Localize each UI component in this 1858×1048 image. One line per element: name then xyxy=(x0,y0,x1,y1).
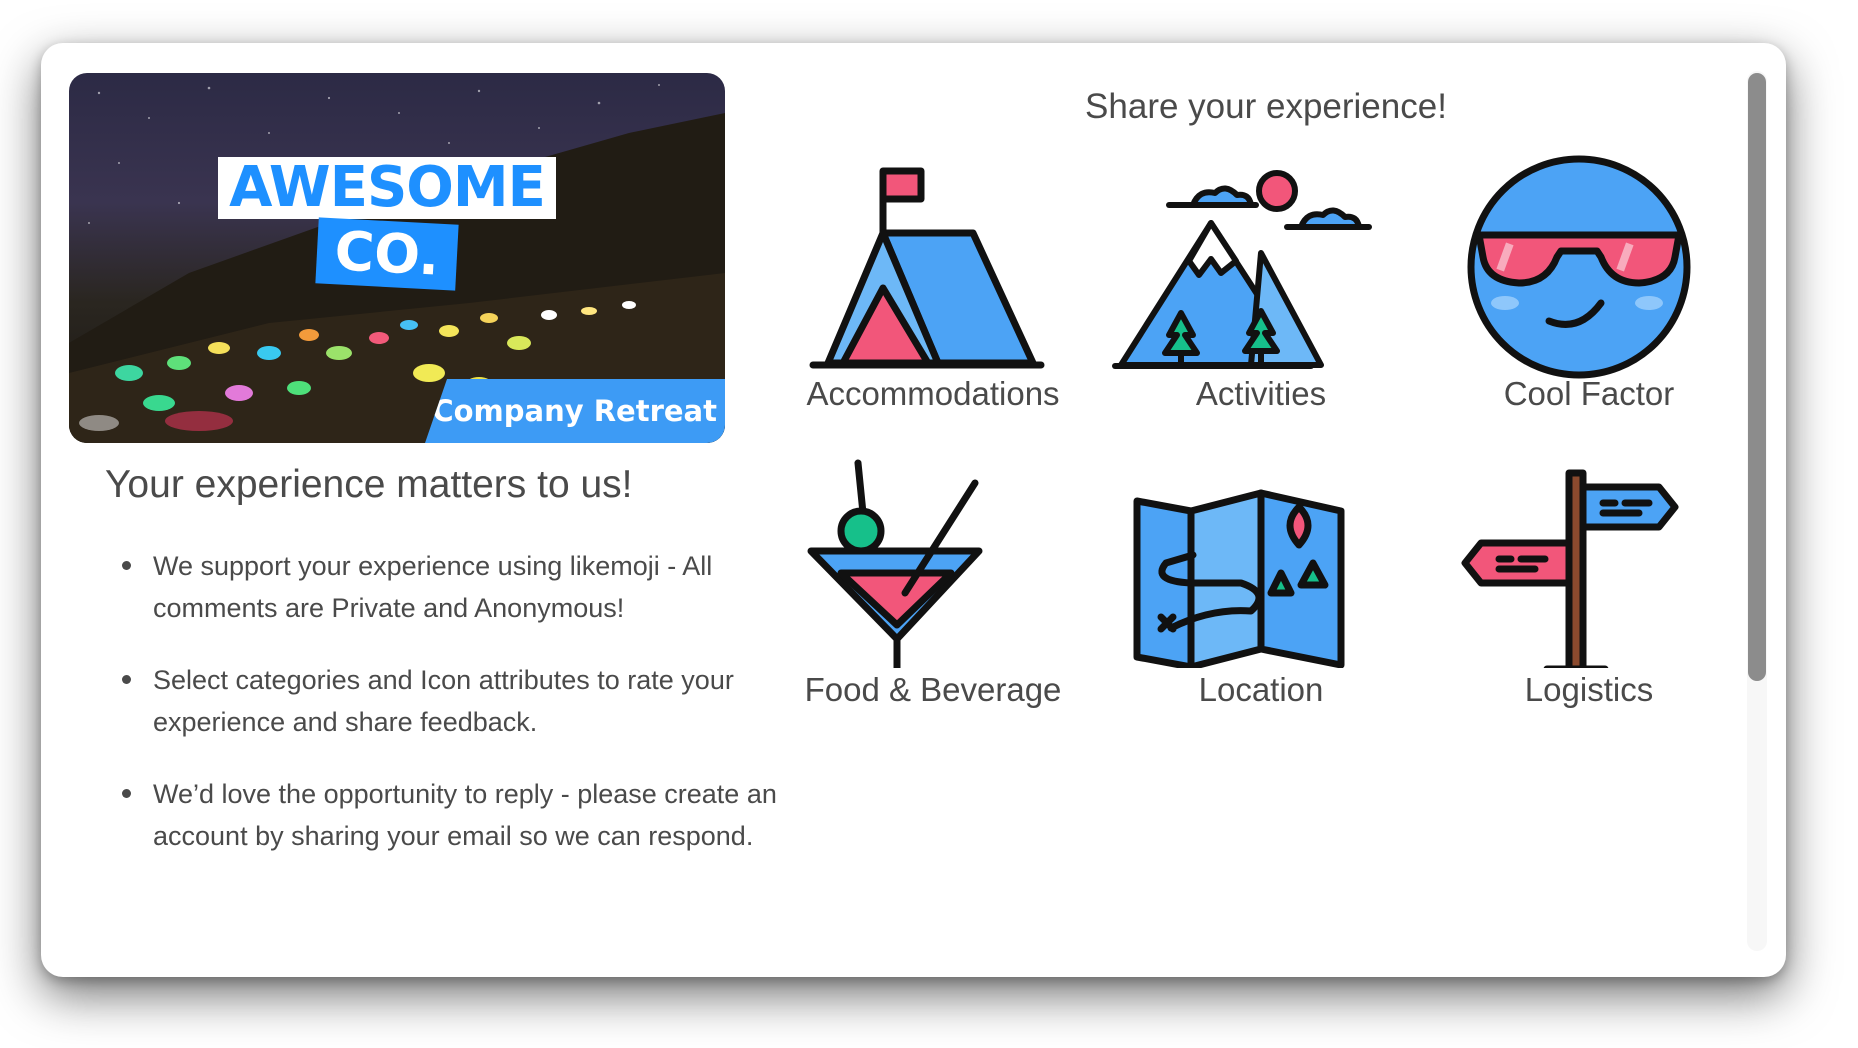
feedback-card: AWESOME CO. Company Retreat Your experie… xyxy=(41,43,1786,977)
category-accommodations[interactable]: Accommodations xyxy=(783,153,1083,453)
info-list: We support your experience using likemoj… xyxy=(105,545,793,887)
category-location[interactable]: Location xyxy=(1111,443,1411,743)
category-label: Activities xyxy=(1195,375,1327,412)
signpost-icon xyxy=(1461,469,1679,668)
company-retreat-tag: Company Retreat xyxy=(425,379,725,443)
category-label: Logistics xyxy=(1524,671,1654,708)
category-label: Cool Factor xyxy=(1503,375,1675,412)
cocktail-icon xyxy=(807,459,983,668)
hero-image: AWESOME CO. Company Retreat xyxy=(69,73,725,443)
category-activities[interactable]: Activities xyxy=(1111,153,1411,453)
info-item-privacy: We support your experience using likemoj… xyxy=(122,545,793,629)
scrollbar-thumb[interactable] xyxy=(1748,73,1766,681)
info-item-reply: We’d love the opportunity to reply - ple… xyxy=(122,773,793,857)
category-label: Accommodations xyxy=(806,375,1060,412)
page-headline: Your experience matters to us! xyxy=(105,463,633,506)
tent-icon xyxy=(809,167,1045,369)
category-label: Location xyxy=(1198,671,1324,708)
map-icon xyxy=(1133,489,1345,668)
share-title: Share your experience! xyxy=(1085,87,1447,126)
logo-co-text: CO. xyxy=(315,217,459,291)
screen: AWESOME CO. Company Retreat Your experie… xyxy=(0,0,1858,1048)
sunglasses-emoji-icon xyxy=(1467,155,1691,379)
category-logistics[interactable]: Logistics xyxy=(1439,443,1739,743)
category-cool-factor[interactable]: Cool Factor xyxy=(1439,153,1739,453)
category-label: Food & Beverage xyxy=(804,671,1062,708)
mountain-icon xyxy=(1112,170,1372,369)
category-food-beverage[interactable]: Food & Beverage xyxy=(783,443,1083,743)
info-item-categories: Select categories and Icon attributes to… xyxy=(122,659,793,743)
logo-awesome-text: AWESOME xyxy=(218,157,556,219)
